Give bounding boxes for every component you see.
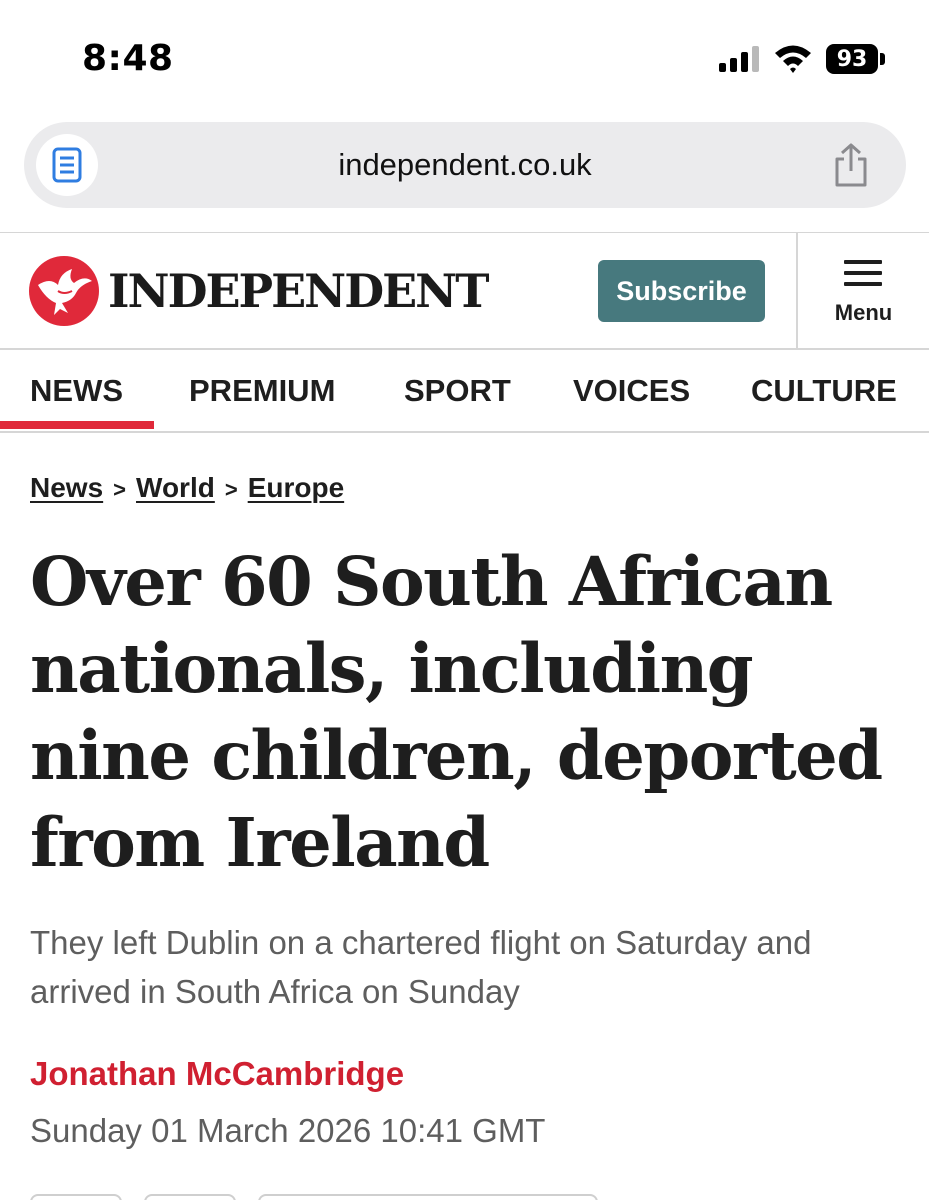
breadcrumb-europe[interactable]: Europe (248, 472, 344, 503)
menu-button[interactable]: Menu (798, 233, 929, 349)
share-button[interactable] (826, 140, 876, 190)
breadcrumb-news[interactable]: News (30, 472, 103, 503)
nav-item-sport[interactable]: SPORT (404, 350, 511, 431)
breadcrumb-world[interactable]: World (136, 472, 215, 503)
nav-item-culture[interactable]: CULTURE (751, 350, 897, 431)
author-link[interactable]: Jonathan McCambridge (30, 1055, 404, 1093)
breadcrumb-separator: > (113, 477, 127, 502)
wifi-icon (775, 45, 811, 73)
article-standfirst: They left Dublin on a chartered flight o… (30, 924, 812, 1010)
menu-label: Menu (834, 300, 893, 325)
nav-item-voices[interactable]: VOICES (573, 350, 690, 431)
share-chip[interactable] (30, 1194, 122, 1200)
battery-tip (880, 53, 885, 65)
reader-icon (52, 147, 82, 183)
url-text: independent.co.uk (338, 147, 592, 182)
nav-active-indicator (0, 421, 154, 429)
status-bar: 8:48 93 (0, 0, 929, 118)
logo-wordmark: INDEPENDENT (108, 264, 489, 318)
share-chip[interactable] (258, 1194, 598, 1200)
share-icon (835, 143, 867, 187)
share-chip[interactable] (144, 1194, 236, 1200)
reader-button[interactable] (36, 134, 98, 196)
subscribe-button[interactable]: Subscribe (598, 260, 765, 322)
nav-item-premium[interactable]: PREMIUM (189, 350, 335, 431)
battery-indicator: 93 (826, 44, 878, 74)
site-logo[interactable]: INDEPENDENT (28, 255, 489, 327)
hamburger-icon (844, 260, 882, 286)
status-time: 8:48 (82, 38, 174, 79)
cellular-signal-icon (719, 46, 761, 72)
address-bar[interactable]: independent.co.uk (24, 122, 906, 208)
publish-date: Sunday 01 March 2026 10:41 GMT (30, 1112, 546, 1149)
site-header: INDEPENDENT Subscribe Menu (0, 232, 929, 350)
nav-item-news[interactable]: NEWS (30, 350, 123, 431)
breadcrumb: News > World > Europe (30, 472, 344, 504)
article-headline: Over 60 South African nationals, includi… (30, 542, 883, 882)
breadcrumb-separator: > (224, 477, 238, 502)
eagle-logo-icon (29, 256, 99, 326)
